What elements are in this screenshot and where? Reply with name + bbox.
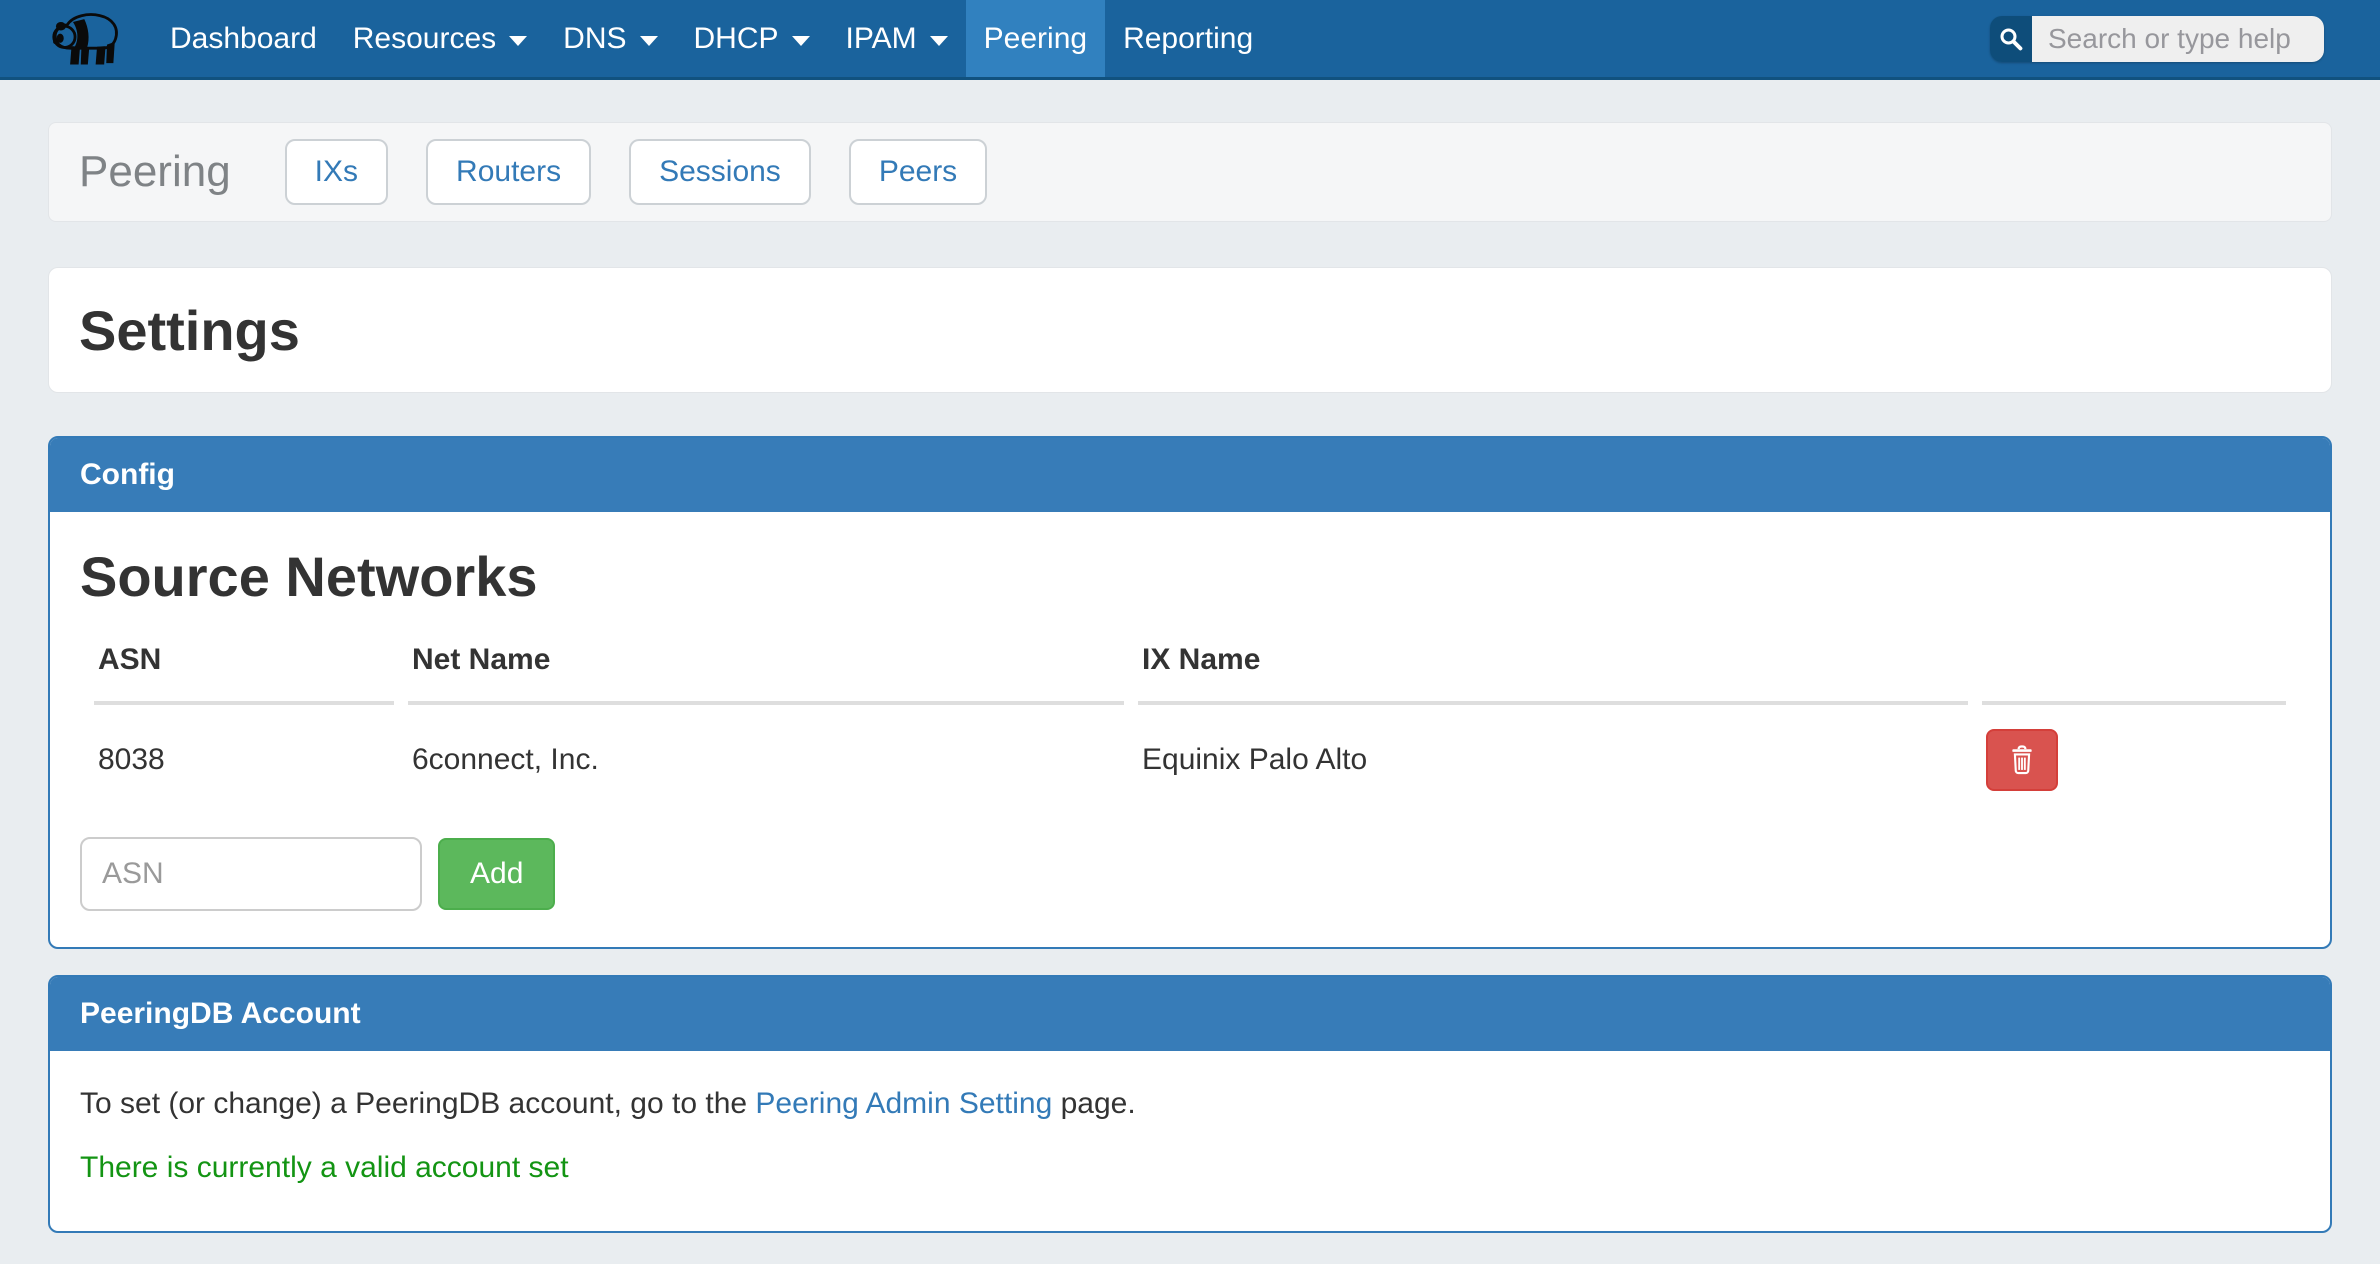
page-title: Peering <box>79 147 231 197</box>
ixs-button[interactable]: IXs <box>285 139 388 205</box>
trash-icon <box>2005 743 2039 777</box>
column-header-ix-name: IX Name <box>1138 621 1968 705</box>
config-panel-header: Config <box>50 438 2330 512</box>
peeringdb-panel-header: PeeringDB Account <box>50 977 2330 1051</box>
config-panel: Config Source Networks ASN Net Name IX N… <box>48 436 2332 949</box>
nav-label: Resources <box>353 22 496 56</box>
info-text-before: To set (or change) a PeeringDB account, … <box>80 1087 755 1120</box>
cell-actions <box>1982 705 2286 809</box>
search-input[interactable] <box>2032 16 2324 62</box>
nav-label: Peering <box>984 22 1087 56</box>
caret-down-icon <box>792 36 810 46</box>
asn-input[interactable] <box>80 837 422 911</box>
routers-button[interactable]: Routers <box>426 139 591 205</box>
nav-label: Reporting <box>1123 22 1253 56</box>
nav-item-ipam[interactable]: IPAM <box>828 0 966 77</box>
add-button[interactable]: Add <box>438 838 555 910</box>
peeringdb-info-text: To set (or change) a PeeringDB account, … <box>80 1087 2300 1121</box>
table-header-row: ASN Net Name IX Name <box>94 621 2286 705</box>
nav-item-dashboard[interactable]: Dashboard <box>152 0 335 77</box>
sessions-button[interactable]: Sessions <box>629 139 811 205</box>
nav-item-dns[interactable]: DNS <box>545 0 675 77</box>
settings-heading: Settings <box>79 298 300 363</box>
peering-toolbar: Peering IXs Routers Sessions Peers <box>48 122 2332 222</box>
nav-item-reporting[interactable]: Reporting <box>1105 0 1271 77</box>
peering-admin-setting-link[interactable]: Peering Admin Setting <box>755 1087 1052 1120</box>
peers-button[interactable]: Peers <box>849 139 987 205</box>
column-header-asn: ASN <box>94 621 394 705</box>
app-logo[interactable] <box>46 0 124 77</box>
nav-label: Dashboard <box>170 22 317 56</box>
peeringdb-panel-body: To set (or change) a PeeringDB account, … <box>50 1051 2330 1231</box>
nav-label: DHCP <box>694 22 779 56</box>
info-text-after: page. <box>1052 1087 1135 1120</box>
nav-item-dhcp[interactable]: DHCP <box>676 0 828 77</box>
column-header-net-name: Net Name <box>408 621 1124 705</box>
search-icon <box>1996 24 2026 54</box>
source-networks-table: ASN Net Name IX Name 8038 6connect, Inc.… <box>80 621 2300 809</box>
cell-net-name: 6connect, Inc. <box>408 705 1124 809</box>
caret-down-icon <box>930 36 948 46</box>
table-row: 8038 6connect, Inc. Equinix Palo Alto <box>94 705 2286 809</box>
config-panel-body: Source Networks ASN Net Name IX Name 803… <box>50 544 2330 947</box>
main-nav: Dashboard Resources DNS DHCP IPAM Peerin… <box>152 0 1271 77</box>
cell-ix-name: Equinix Palo Alto <box>1138 705 1968 809</box>
nav-label: IPAM <box>846 22 917 56</box>
cell-asn: 8038 <box>94 705 394 809</box>
source-networks-heading: Source Networks <box>80 544 2300 609</box>
global-search <box>1990 16 2324 62</box>
settings-panel: Settings <box>48 267 2332 393</box>
delete-button[interactable] <box>1986 729 2058 791</box>
top-navbar: Dashboard Resources DNS DHCP IPAM Peerin… <box>0 0 2380 80</box>
panda-logo-icon <box>46 9 124 69</box>
peeringdb-panel: PeeringDB Account To set (or change) a P… <box>48 975 2332 1233</box>
nav-item-resources[interactable]: Resources <box>335 0 545 77</box>
column-header-actions <box>1982 621 2286 705</box>
search-button[interactable] <box>1990 16 2032 62</box>
caret-down-icon <box>640 36 658 46</box>
caret-down-icon <box>509 36 527 46</box>
add-asn-form: Add <box>80 837 2300 911</box>
nav-label: DNS <box>563 22 626 56</box>
account-status-text: There is currently a valid account set <box>80 1151 2300 1185</box>
nav-item-peering[interactable]: Peering <box>966 0 1105 77</box>
